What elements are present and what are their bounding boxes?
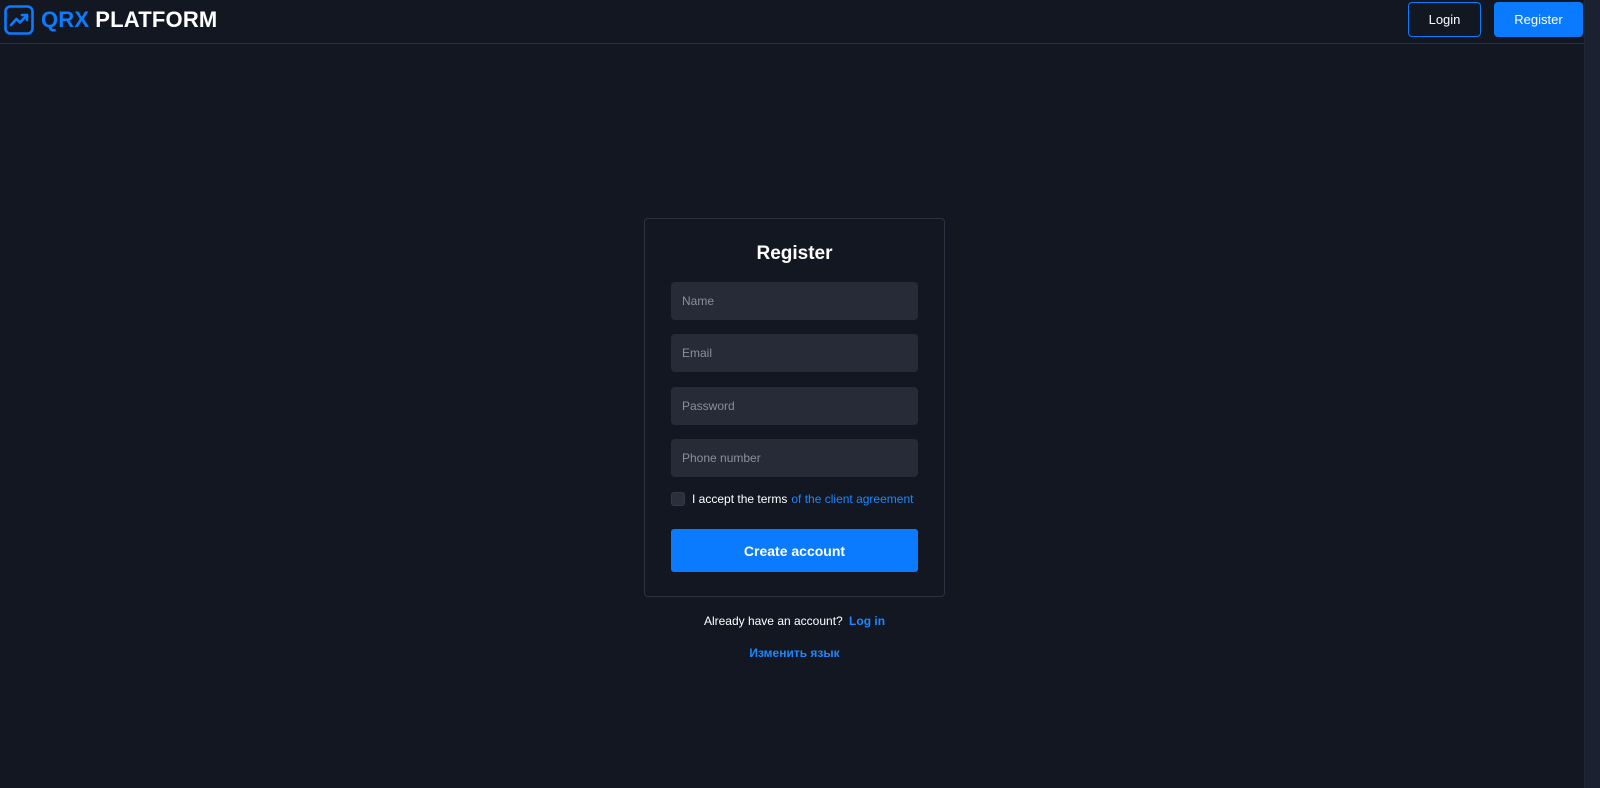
form-title: Register bbox=[756, 243, 833, 264]
page: QRXPLATFORM Login Register Register I ac… bbox=[0, 0, 1584, 788]
client-agreement-link[interactable]: of the client agreement bbox=[791, 492, 913, 506]
create-account-button[interactable]: Create account bbox=[671, 529, 918, 572]
terms-checkbox[interactable] bbox=[671, 492, 685, 506]
top-bar: QRX PLATFORM Login Register bbox=[0, 0, 1584, 44]
trending-up-icon bbox=[4, 5, 34, 35]
terms-row: I accept the terms of the client agreeme… bbox=[671, 492, 913, 506]
name-input[interactable] bbox=[671, 282, 918, 320]
email-input[interactable] bbox=[671, 334, 918, 372]
password-input[interactable] bbox=[671, 387, 918, 425]
phone-input[interactable] bbox=[671, 439, 918, 477]
register-card: Register I accept the terms of the clien… bbox=[644, 218, 945, 597]
register-button[interactable]: Register bbox=[1494, 2, 1583, 37]
already-account-row: Already have an account? Log in bbox=[644, 614, 945, 628]
page-scrollbar[interactable] bbox=[1584, 0, 1600, 788]
login-button[interactable]: Login bbox=[1408, 2, 1481, 37]
terms-label: I accept the terms bbox=[692, 492, 788, 506]
logo-main-text: PLATFORM bbox=[95, 7, 218, 32]
already-account-text: Already have an account? bbox=[703, 614, 843, 628]
log-in-link[interactable]: Log in bbox=[849, 614, 885, 628]
logo-accent-text: QRX bbox=[41, 7, 90, 32]
logo[interactable]: QRX PLATFORM bbox=[4, 5, 217, 35]
logo-text: QRX PLATFORM bbox=[41, 7, 217, 33]
change-language-link[interactable]: Изменить язык bbox=[644, 646, 945, 660]
